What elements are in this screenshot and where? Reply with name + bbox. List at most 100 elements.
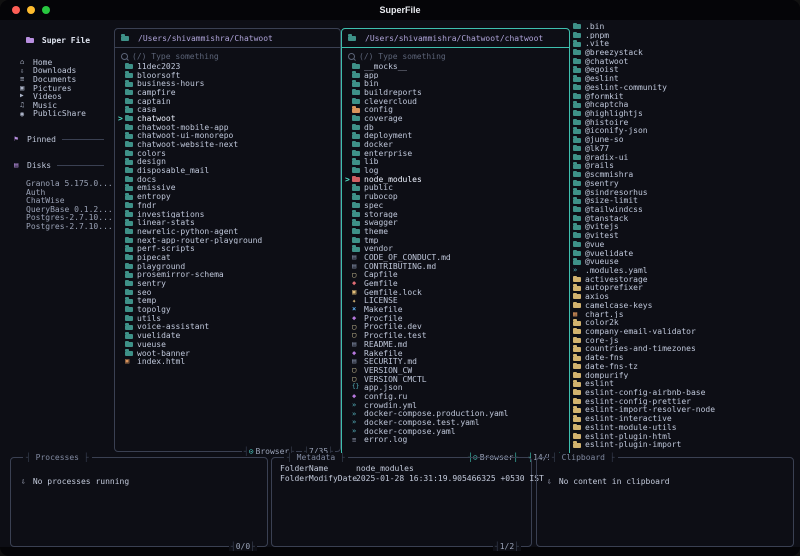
- file-row[interactable]: docker-compose.production.yaml: [345, 410, 567, 419]
- file-row[interactable]: date-fns: [573, 353, 797, 362]
- file-row[interactable]: coverage: [345, 114, 567, 123]
- file-row[interactable]: disposable_mail: [118, 166, 338, 175]
- file-row[interactable]: @egoist: [573, 66, 797, 74]
- file-row[interactable]: README.md: [345, 340, 567, 349]
- file-row[interactable]: @sentry: [573, 179, 797, 188]
- file-row[interactable]: @eslint-community: [573, 83, 797, 92]
- path-bar[interactable]: /Users/shivammishra/Chatwoot/chatwoot: [342, 29, 569, 48]
- file-row[interactable]: prosemirror-schema: [118, 271, 338, 279]
- file-row[interactable]: .pnpm: [573, 31, 797, 39]
- file-row[interactable]: rubocop: [345, 192, 567, 201]
- file-row[interactable]: .bin: [573, 22, 797, 31]
- file-row[interactable]: chatwoot-mobile-app: [118, 123, 338, 132]
- file-row[interactable]: fndr: [118, 201, 338, 210]
- file-row[interactable]: config.ru: [345, 392, 567, 401]
- file-row[interactable]: axios: [573, 292, 797, 301]
- file-row[interactable]: VERSION_CMCTL: [345, 375, 567, 384]
- file-row[interactable]: CONTRIBUTING.md: [345, 262, 567, 271]
- file-row[interactable]: perf-scripts: [118, 244, 338, 253]
- file-row[interactable]: color2k: [573, 318, 797, 327]
- file-row[interactable]: Gemfile.lock: [345, 288, 567, 297]
- file-row[interactable]: @chatwoot: [573, 57, 797, 66]
- file-row[interactable]: topolgy: [118, 305, 338, 314]
- search-input[interactable]: (/) Type something: [348, 52, 565, 61]
- file-row[interactable]: 11dec2023: [118, 62, 338, 71]
- file-row[interactable]: sentry: [118, 279, 338, 288]
- file-row[interactable]: eslint-interactive: [573, 414, 797, 423]
- file-row[interactable]: log: [345, 166, 567, 175]
- file-row[interactable]: @vue: [573, 240, 797, 249]
- file-row[interactable]: __mocks__: [345, 62, 567, 71]
- file-row[interactable]: vendor: [345, 244, 567, 253]
- file-row[interactable]: spec: [345, 201, 567, 210]
- file-row[interactable]: eslint-plugin-import: [573, 441, 797, 449]
- file-row[interactable]: @june-so: [573, 135, 797, 144]
- file-row[interactable]: db: [345, 123, 567, 132]
- file-row[interactable]: countries-and-timezones: [573, 345, 797, 353]
- file-row[interactable]: clevercloud: [345, 97, 567, 105]
- file-row[interactable]: Capfile: [345, 271, 567, 280]
- file-row[interactable]: vuelidate: [118, 331, 338, 340]
- file-row[interactable]: entropy: [118, 192, 338, 201]
- file-row[interactable]: chatwoot-ui-monorepo: [118, 132, 338, 140]
- disk-item[interactable]: Postgres-2.7.10...: [26, 222, 113, 231]
- file-row[interactable]: eslint-module-utils: [573, 423, 797, 432]
- file-row[interactable]: @lk77: [573, 144, 797, 153]
- file-row[interactable]: voice-assistant: [118, 323, 338, 331]
- sidebar-item[interactable]: Pictures: [20, 84, 110, 93]
- file-row[interactable]: storage: [345, 210, 567, 218]
- file-row[interactable]: Gemfile: [345, 279, 567, 288]
- sidebar-item[interactable]: Videos: [20, 92, 110, 101]
- file-row[interactable]: core-js: [573, 336, 797, 345]
- file-row[interactable]: crowdin.yml: [345, 401, 567, 410]
- file-row[interactable]: date-fns-tz: [573, 362, 797, 371]
- file-row[interactable]: CODE_OF_CONDUCT.md: [345, 253, 567, 262]
- file-row[interactable]: docker-compose.test.yaml: [345, 418, 567, 427]
- file-row[interactable]: @breezystack: [573, 48, 797, 57]
- file-row[interactable]: @vitejs: [573, 223, 797, 231]
- file-row[interactable]: app: [345, 71, 567, 79]
- file-row[interactable]: @tailwindcss: [573, 205, 797, 214]
- file-row[interactable]: @eslint: [573, 74, 797, 83]
- file-row[interactable]: bloorsoft: [118, 71, 338, 79]
- file-row[interactable]: .modules.yaml: [573, 266, 797, 275]
- file-row[interactable]: @vitest: [573, 231, 797, 240]
- file-row[interactable]: theme: [345, 227, 567, 236]
- file-row[interactable]: deployment: [345, 132, 567, 140]
- path-bar[interactable]: /Users/shivammishra/Chatwoot: [115, 29, 340, 48]
- file-row[interactable]: Rakefile: [345, 349, 567, 358]
- file-row[interactable]: lib: [345, 158, 567, 166]
- file-row[interactable]: @radix-ui: [573, 153, 797, 162]
- file-row[interactable]: config: [345, 105, 567, 114]
- file-row[interactable]: enterprise: [345, 149, 567, 158]
- file-row[interactable]: Makefile: [345, 305, 567, 314]
- file-row[interactable]: bin: [345, 79, 567, 88]
- disk-item[interactable]: ChatWise: [26, 196, 110, 205]
- file-row[interactable]: app.json: [345, 383, 567, 392]
- file-row[interactable]: eslint-plugin-html: [573, 432, 797, 441]
- file-row[interactable]: camelcase-keys: [573, 301, 797, 310]
- file-row[interactable]: @scmmishra: [573, 170, 797, 179]
- file-row[interactable]: @histoire: [573, 118, 797, 127]
- file-row[interactable]: utils: [118, 314, 338, 323]
- file-row[interactable]: docs: [118, 175, 338, 184]
- disk-item[interactable]: Postgres-2.7.10...: [26, 213, 113, 222]
- file-row[interactable]: VERSION_CW: [345, 366, 567, 375]
- file-row[interactable]: eslint: [573, 379, 797, 388]
- file-row[interactable]: @vuelidate: [573, 249, 797, 257]
- file-row[interactable]: colors: [118, 149, 338, 158]
- file-row[interactable]: .vite: [573, 39, 797, 48]
- file-row[interactable]: eslint-config-airbnb-base: [573, 388, 797, 397]
- sidebar-item[interactable]: Downloads: [20, 66, 110, 75]
- file-row[interactable]: public: [345, 184, 567, 192]
- file-row[interactable]: chatwoot-website-next: [118, 140, 338, 149]
- sidebar-item[interactable]: Home: [20, 58, 110, 67]
- file-row[interactable]: autoprefixer: [573, 284, 797, 292]
- file-row[interactable]: business-hours: [118, 79, 338, 88]
- file-row[interactable]: @tanstack: [573, 214, 797, 223]
- search-input[interactable]: (/) Type something: [121, 52, 336, 61]
- file-row[interactable]: Procfile.test: [345, 331, 567, 340]
- file-row[interactable]: casa: [118, 105, 338, 114]
- file-row[interactable]: company-email-validator: [573, 327, 797, 336]
- sidebar-item[interactable]: PublicShare: [20, 109, 110, 118]
